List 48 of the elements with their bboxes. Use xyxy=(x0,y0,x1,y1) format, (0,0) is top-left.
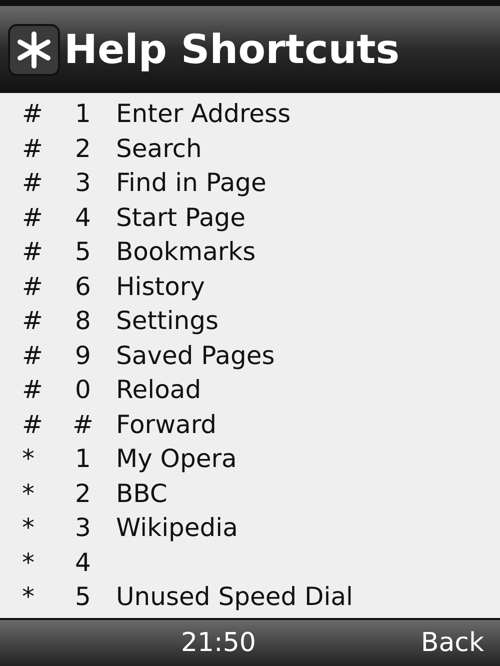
asterisk-icon xyxy=(8,24,60,76)
shortcut-label[interactable]: Bookmarks xyxy=(116,235,256,270)
shortcut-key: 0 xyxy=(75,375,91,404)
shortcut-label[interactable]: Search xyxy=(116,132,202,166)
shortcut-label[interactable]: Reload xyxy=(116,373,202,408)
shortcut-prefix: # xyxy=(22,375,43,404)
shortcut-key: 8 xyxy=(75,306,91,335)
shortcut-prefix: # xyxy=(22,340,43,370)
shortcut-key: 9 xyxy=(75,340,91,370)
shortcut-label[interactable]: Saved Pages xyxy=(116,338,275,373)
shortcut-label[interactable]: My Opera xyxy=(116,442,237,476)
shortcut-prefix: # xyxy=(22,272,43,300)
shortcut-label[interactable]: BBC xyxy=(116,476,168,511)
shortcut-prefix: # xyxy=(22,410,43,438)
shortcut-label[interactable]: Unused Speed Dial xyxy=(116,580,353,614)
shortcut-key: 6 xyxy=(75,272,91,300)
shortcut-label[interactable]: History xyxy=(116,270,205,304)
shortcut-prefix: # xyxy=(22,168,43,197)
shortcut-label[interactable]: Settings xyxy=(116,304,219,338)
shortcut-prefix: * xyxy=(22,478,34,508)
shortcut-prefix: * xyxy=(22,582,34,611)
shortcut-key: 4 xyxy=(75,202,91,232)
shortcut-key: 5 xyxy=(75,582,91,611)
shortcut-label[interactable]: Find in Page xyxy=(116,166,266,200)
shortcut-prefix: # xyxy=(22,99,43,128)
shortcut-label[interactable]: Forward xyxy=(116,408,217,442)
shortcut-label[interactable]: Enter Address xyxy=(116,97,291,132)
shortcut-key: 1 xyxy=(75,99,91,128)
shortcut-prefix: * xyxy=(22,513,34,542)
shortcut-prefix: * xyxy=(22,548,34,576)
shortcut-label[interactable]: Wikipedia xyxy=(116,511,238,546)
shortcut-key: 2 xyxy=(75,134,91,162)
window-title: Help Shortcuts xyxy=(64,30,400,70)
shortcut-prefix: # xyxy=(22,237,43,266)
shortcut-prefix: # xyxy=(22,306,43,335)
shortcut-prefix: * xyxy=(22,444,34,473)
shortcut-prefix: # xyxy=(22,202,43,232)
clock-time: 21:50 xyxy=(180,626,256,660)
shortcut-label[interactable]: Start Page xyxy=(116,200,246,235)
shortcut-key: 4 xyxy=(75,548,91,576)
back-softkey[interactable]: Back xyxy=(420,624,484,662)
shortcut-key: 2 xyxy=(75,478,91,508)
shortcut-key: 1 xyxy=(75,444,91,473)
shortcut-prefix: # xyxy=(22,134,43,162)
shortcut-key: # xyxy=(72,410,94,438)
shortcut-key: 3 xyxy=(75,513,91,542)
shortcut-key: 5 xyxy=(75,237,91,266)
shortcut-key: 3 xyxy=(75,168,91,197)
